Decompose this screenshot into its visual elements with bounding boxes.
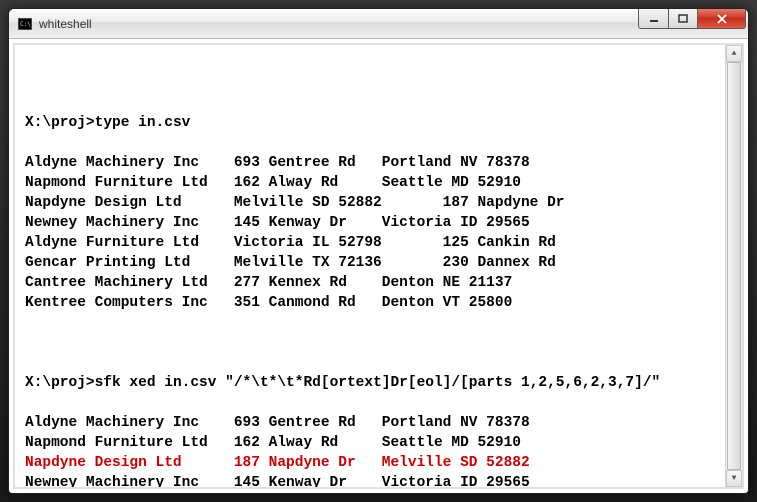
output-row: Newney Machinery Inc 145 Kenway Dr Victo…	[25, 213, 732, 233]
output-row: Aldyne Machinery Inc 693 Gentree Rd Port…	[25, 153, 732, 173]
scrollbar-vertical[interactable]: ▲ ▼	[725, 45, 742, 487]
terminal-content[interactable]: X:\proj>type in.csv Aldyne Machinery Inc…	[13, 43, 744, 489]
scroll-down-button[interactable]: ▼	[726, 470, 742, 487]
minimize-button[interactable]	[638, 9, 668, 29]
app-icon: C:\	[17, 16, 33, 32]
command-text: sfk xed in.csv "/*\t*\t*Rd[ortext]Dr[eol…	[95, 375, 661, 391]
close-button[interactable]	[698, 9, 746, 29]
window-title: whiteshell	[39, 17, 92, 31]
output-row: Aldyne Machinery Inc 693 Gentree Rd Port…	[25, 413, 732, 433]
command-text: type in.csv	[95, 115, 191, 131]
output-row: Napdyne Design Ltd 187 Napdyne Dr Melvil…	[25, 453, 732, 473]
scroll-thumb[interactable]	[727, 62, 741, 470]
blank-line	[25, 73, 732, 93]
prompt: X:\proj>	[25, 375, 95, 391]
window-frame: C:\ whiteshell X:\proj>type in.csv Aldyn…	[8, 8, 749, 494]
prompt: X:\proj>	[25, 115, 95, 131]
command-line: X:\proj>sfk xed in.csv "/*\t*\t*Rd[ortex…	[25, 373, 732, 393]
titlebar[interactable]: C:\ whiteshell	[9, 9, 748, 39]
command-line: X:\proj>type in.csv	[25, 113, 732, 133]
output-row: Aldyne Furniture Ltd Victoria IL 52798 1…	[25, 233, 732, 253]
svg-text:C:\: C:\	[20, 21, 31, 28]
output-row: Gencar Printing Ltd Melville TX 72136 23…	[25, 253, 732, 273]
scroll-up-button[interactable]: ▲	[726, 45, 742, 62]
output-row: Napmond Furniture Ltd 162 Alway Rd Seatt…	[25, 173, 732, 193]
output-row: Napmond Furniture Ltd 162 Alway Rd Seatt…	[25, 433, 732, 453]
output-block-2: Aldyne Machinery Inc 693 Gentree Rd Port…	[25, 413, 732, 489]
output-row: Napdyne Design Ltd Melville SD 52882 187…	[25, 193, 732, 213]
window-controls	[638, 9, 746, 29]
output-row: Newney Machinery Inc 145 Kenway Dr Victo…	[25, 473, 732, 489]
output-row: Cantree Machinery Ltd 277 Kennex Rd Dent…	[25, 273, 732, 293]
output-block-1: Aldyne Machinery Inc 693 Gentree Rd Port…	[25, 153, 732, 313]
scroll-track[interactable]	[726, 62, 742, 470]
output-row: Kentree Computers Inc 351 Canmond Rd Den…	[25, 293, 732, 313]
blank-line	[25, 333, 732, 353]
maximize-button[interactable]	[668, 9, 698, 29]
